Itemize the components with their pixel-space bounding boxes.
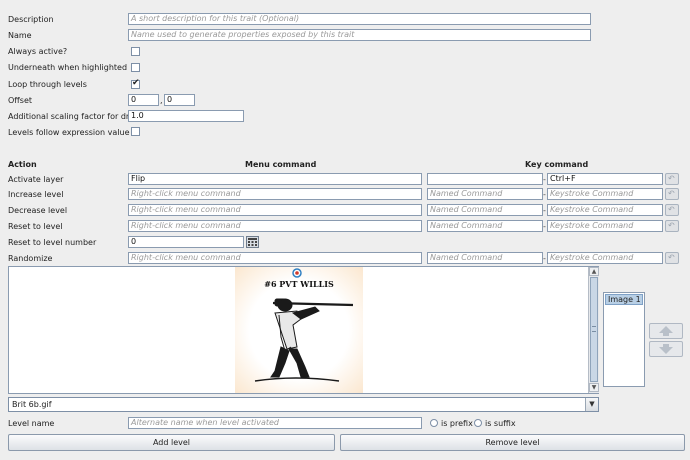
- follow-expression-label: Levels follow expression value: [8, 128, 130, 137]
- check-icon: ✔: [132, 78, 140, 88]
- undo-icon: ↶: [668, 205, 675, 214]
- decrease-key-input[interactable]: Keystroke Command: [547, 204, 663, 216]
- arrow-down-icon: [659, 344, 673, 354]
- undo-icon: ↶: [668, 189, 675, 198]
- increase-menu-input[interactable]: Right-click menu command: [128, 188, 422, 200]
- offset-separator: ,: [160, 96, 163, 105]
- reset-undo-button[interactable]: ↶: [665, 220, 679, 232]
- underneath-checkbox[interactable]: [131, 63, 140, 72]
- decrease-menu-input[interactable]: Right-click menu command: [128, 204, 422, 216]
- reset-named-input[interactable]: Named Command: [427, 220, 543, 232]
- row-label-reset-number: Reset to level number: [8, 238, 97, 247]
- increase-named-input[interactable]: Named Command: [427, 188, 543, 200]
- arrow-up-icon: [659, 326, 673, 336]
- scroll-up-icon[interactable]: ▲: [589, 267, 599, 276]
- always-active-checkbox[interactable]: [131, 47, 140, 56]
- suffix-radio[interactable]: [474, 419, 482, 427]
- loop-label: Loop through levels: [8, 80, 87, 89]
- level-name-label: Level name: [8, 419, 55, 428]
- offset-label: Offset: [8, 96, 33, 105]
- key-command-header: Key command: [525, 160, 589, 169]
- move-up-button[interactable]: [649, 323, 683, 339]
- remove-level-button[interactable]: Remove level: [340, 434, 685, 451]
- loop-checkbox[interactable]: ✔: [131, 78, 140, 89]
- grip-icon: [592, 326, 596, 332]
- undo-icon: ↶: [668, 253, 675, 262]
- prefix-radio[interactable]: [430, 419, 438, 427]
- row-label-reset: Reset to level: [8, 222, 63, 231]
- underneath-label: Underneath when highlighted: [8, 63, 128, 72]
- prefix-label: is prefix: [441, 419, 473, 428]
- randomize-menu-input[interactable]: Right-click menu command: [128, 252, 422, 264]
- suffix-label: is suffix: [485, 419, 516, 428]
- reset-key-input[interactable]: Keystroke Command: [547, 220, 663, 232]
- scaling-label: Additional scaling factor for draw: [8, 112, 141, 121]
- key-dash: -: [543, 222, 546, 231]
- follow-expression-checkbox[interactable]: [131, 127, 140, 136]
- name-input[interactable]: Name used to generate properties exposed…: [128, 29, 591, 41]
- offset-x-input[interactable]: 0: [128, 94, 159, 106]
- description-label: Description: [8, 15, 54, 24]
- key-dash: -: [543, 190, 546, 199]
- offset-y-input[interactable]: 0: [164, 94, 195, 106]
- undo-icon: ↶: [668, 221, 675, 230]
- chevron-down-icon[interactable]: ▼: [585, 398, 598, 411]
- scroll-down-icon[interactable]: ▼: [589, 383, 599, 392]
- counter-caption: #6 PVT WILLIS: [264, 279, 334, 289]
- counter-image: #6 PVT WILLIS: [235, 267, 363, 393]
- row-label-decrease: Decrease level: [8, 206, 68, 215]
- preview-scrollbar[interactable]: ▲ ▼: [588, 267, 599, 393]
- row-label-increase: Increase level: [8, 190, 64, 199]
- reset-menu-input[interactable]: Right-click menu command: [128, 220, 422, 232]
- key-dash: -: [543, 206, 546, 215]
- activate-key-input[interactable]: Ctrl+F: [547, 173, 663, 185]
- image-select-value: Brit 6b.gif: [12, 400, 52, 409]
- row-label-activate: Activate layer: [8, 175, 64, 184]
- key-dash: -: [543, 254, 546, 263]
- increase-key-input[interactable]: Keystroke Command: [547, 188, 663, 200]
- move-down-button[interactable]: [649, 341, 683, 357]
- list-item[interactable]: Image 1: [605, 294, 643, 305]
- scaling-input[interactable]: 1.0: [128, 110, 244, 122]
- name-label: Name: [8, 31, 32, 40]
- decrease-named-input[interactable]: Named Command: [427, 204, 543, 216]
- activate-undo-button[interactable]: ↶: [665, 173, 679, 185]
- randomize-named-input[interactable]: Named Command: [427, 252, 543, 264]
- always-active-label: Always active?: [8, 47, 68, 56]
- undo-icon: ↶: [668, 174, 675, 183]
- action-header: Action: [8, 160, 37, 169]
- increase-undo-button[interactable]: ↶: [665, 188, 679, 200]
- randomize-undo-button[interactable]: ↶: [665, 252, 679, 264]
- randomize-key-input[interactable]: Keystroke Command: [547, 252, 663, 264]
- add-level-button[interactable]: Add level: [8, 434, 335, 451]
- menu-command-header: Menu command: [245, 160, 317, 169]
- calculator-icon[interactable]: [246, 236, 259, 248]
- level-list[interactable]: Image 1: [603, 292, 645, 387]
- image-select-dropdown[interactable]: Brit 6b.gif ▼: [8, 397, 599, 412]
- description-input[interactable]: A short description for this trait (Opti…: [128, 13, 591, 25]
- activate-menu-input[interactable]: Flip: [128, 173, 422, 185]
- row-label-randomize: Randomize: [8, 254, 53, 263]
- level-name-input[interactable]: Alternate name when level activated: [128, 417, 422, 429]
- decrease-undo-button[interactable]: ↶: [665, 204, 679, 216]
- reset-number-input[interactable]: 0: [128, 236, 244, 248]
- image-preview-panel: #6 PVT WILLIS ▲ ▼: [8, 266, 599, 394]
- key-dash: -: [543, 175, 546, 184]
- scroll-thumb[interactable]: [590, 277, 598, 382]
- activate-named-input[interactable]: [427, 173, 543, 185]
